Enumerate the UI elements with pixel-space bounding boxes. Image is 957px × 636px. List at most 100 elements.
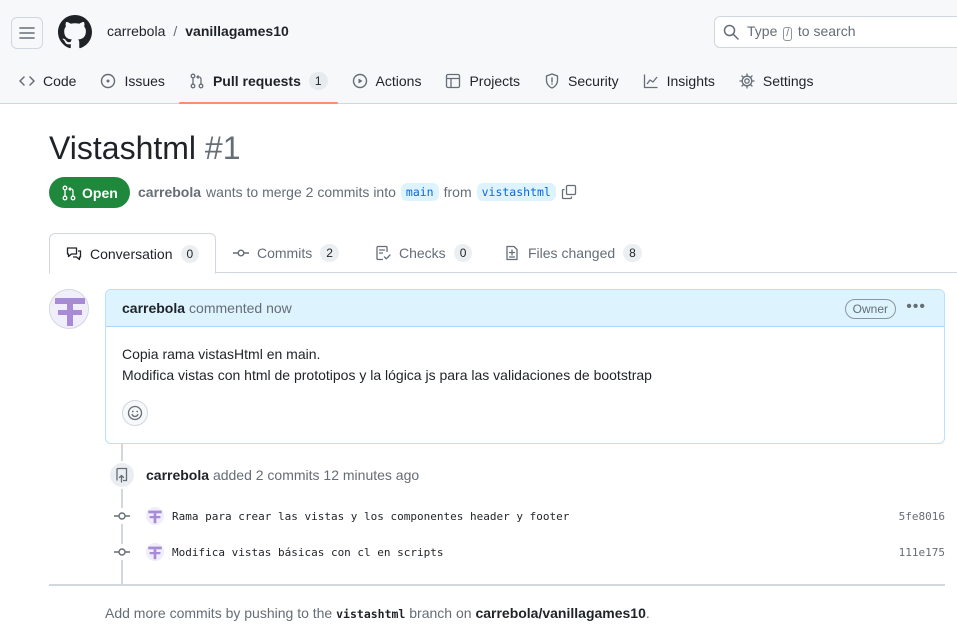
file-diff-icon: [506, 245, 518, 261]
search-placeholder-before: Type: [747, 23, 778, 39]
repo-owner-link[interactable]: carrebola: [107, 23, 165, 39]
pr-from-text: from: [443, 184, 472, 200]
tab-files-changed[interactable]: Files changed 8: [504, 233, 642, 273]
tab-commits[interactable]: Commits 2: [233, 233, 339, 273]
breadcrumb: carrebola / vanillagames10: [107, 23, 289, 39]
pr-title-text: Vistashtml: [49, 130, 197, 166]
checklist-icon: [376, 245, 391, 261]
tab-actions[interactable]: Actions: [342, 62, 432, 100]
comment-body: Copia rama vistasHtml en main. Modifica …: [106, 327, 944, 386]
pull-request-icon: [62, 185, 76, 200]
push-hint-repo-link[interactable]: carrebola/vanillagames10: [475, 605, 645, 621]
search-shortcut-key: /: [783, 27, 793, 41]
add-reaction-button[interactable]: [122, 400, 148, 426]
tab-pull-requests-label: Pull requests: [212, 73, 301, 89]
tab-issues[interactable]: Issues: [90, 62, 174, 100]
commits-counter: 2: [320, 244, 339, 262]
github-logo-icon[interactable]: [58, 15, 92, 49]
tab-security-label: Security: [568, 73, 619, 89]
copy-icon[interactable]: [561, 184, 577, 200]
tab-conversation[interactable]: Conversation 0: [49, 233, 217, 274]
avatar[interactable]: [146, 507, 164, 525]
pr-tabs: Conversation 0 Commits 2 Checks 0 Files …: [49, 233, 957, 274]
smiley-icon: [127, 405, 143, 421]
pr-author-link[interactable]: carrebola: [138, 184, 201, 200]
play-icon: [352, 73, 367, 89]
repo-name-link[interactable]: vanillagames10: [185, 23, 289, 39]
status-badge: Open: [49, 177, 130, 208]
breadcrumb-separator: /: [173, 23, 178, 39]
checks-counter: 0: [453, 244, 473, 262]
list-item: Modifica vistas básicas con cl en script…: [112, 542, 957, 562]
pr-meta: carrebola wants to merge 2 commits into …: [138, 183, 577, 201]
push-hint-text: Add more commits by pushing to the: [105, 605, 333, 621]
repo-tabs: Code Issues Pull requests 1 Actions Proj…: [0, 62, 827, 104]
issue-icon: [101, 73, 116, 89]
comment-header: carrebola commented now Owner •••: [106, 290, 944, 327]
pull-requests-counter: 1: [308, 72, 328, 90]
comment-line: Modifica vistas con html de prototipos y…: [122, 367, 652, 383]
tab-checks-label: Checks: [399, 245, 446, 261]
pr-title: Vistashtml #1: [49, 130, 241, 167]
owner-badge: Owner: [844, 299, 896, 319]
conversation-counter: 0: [180, 244, 200, 263]
tab-insights-label: Insights: [666, 73, 715, 89]
tab-settings[interactable]: Settings: [729, 62, 824, 100]
code-icon: [19, 76, 35, 86]
commit-message-link[interactable]: Modifica vistas básicas con cl en script…: [172, 546, 444, 559]
hamburger-icon: [19, 27, 35, 39]
commit-icon: [112, 544, 132, 560]
commit-sha-link[interactable]: 5fe8016: [899, 510, 945, 523]
tab-projects[interactable]: Projects: [435, 62, 530, 100]
commit-message-link[interactable]: Rama para crear las vistas y los compone…: [172, 510, 569, 523]
pull-request-icon: [190, 73, 204, 89]
gear-icon: [739, 73, 755, 89]
list-item: Rama para crear las vistas y los compone…: [112, 506, 957, 526]
timeline-divider: [49, 584, 945, 586]
shield-icon: [545, 73, 559, 89]
search-icon: [723, 24, 739, 40]
avatar[interactable]: [49, 289, 89, 329]
avatar[interactable]: [146, 543, 164, 561]
tab-code[interactable]: Code: [9, 62, 86, 100]
event-description: added 2 commits 12 minutes ago: [212, 467, 420, 483]
push-hint-text: branch on: [409, 605, 472, 621]
commit-icon: [233, 249, 249, 257]
tab-conversation-label: Conversation: [90, 245, 173, 262]
comment-line: Copia rama vistasHtml en main.: [122, 346, 321, 362]
tab-actions-label: Actions: [375, 73, 422, 89]
identicon-icon: [146, 507, 164, 525]
comment-discussion-icon: [66, 246, 82, 260]
tab-security[interactable]: Security: [534, 62, 629, 100]
files-changed-counter: 8: [623, 244, 642, 262]
commit-icon: [112, 508, 132, 524]
base-branch[interactable]: main: [400, 183, 439, 201]
comment-author-link[interactable]: carrebola: [122, 300, 185, 316]
kebab-menu-icon[interactable]: •••: [906, 298, 926, 316]
search-placeholder-after: to search: [797, 23, 856, 39]
menu-button[interactable]: [11, 17, 43, 49]
identicon-icon: [50, 290, 88, 328]
event-author-link[interactable]: carrebola: [146, 467, 209, 483]
comment-box: carrebola commented now Owner ••• Copia …: [105, 289, 945, 444]
pr-number: #1: [204, 130, 241, 166]
tab-files-changed-label: Files changed: [528, 245, 616, 261]
repo-header: carrebola / vanillagames10 Type / to sea…: [0, 0, 957, 104]
status-badge-label: Open: [82, 184, 118, 201]
tab-checks[interactable]: Checks 0: [375, 233, 473, 273]
search-placeholder: Type / to search: [747, 23, 856, 41]
tab-pull-requests[interactable]: Pull requests 1: [178, 62, 338, 104]
tab-insights[interactable]: Insights: [633, 62, 725, 100]
search-input[interactable]: Type / to search: [714, 16, 957, 48]
push-hint: Add more commits by pushing to the vista…: [105, 605, 650, 621]
commit-sha-link[interactable]: 111e175: [899, 546, 945, 559]
identicon-icon: [146, 543, 164, 561]
tab-issues-label: Issues: [124, 73, 165, 89]
tab-code-label: Code: [43, 73, 77, 89]
tab-projects-label: Projects: [469, 73, 521, 89]
table-icon: [446, 73, 461, 89]
graph-icon: [643, 74, 658, 89]
comment-timestamp[interactable]: commented now: [189, 300, 292, 316]
push-event-text: carrebola added 2 commits 12 minutes ago: [146, 467, 419, 483]
head-branch[interactable]: vistashtml: [476, 183, 556, 201]
